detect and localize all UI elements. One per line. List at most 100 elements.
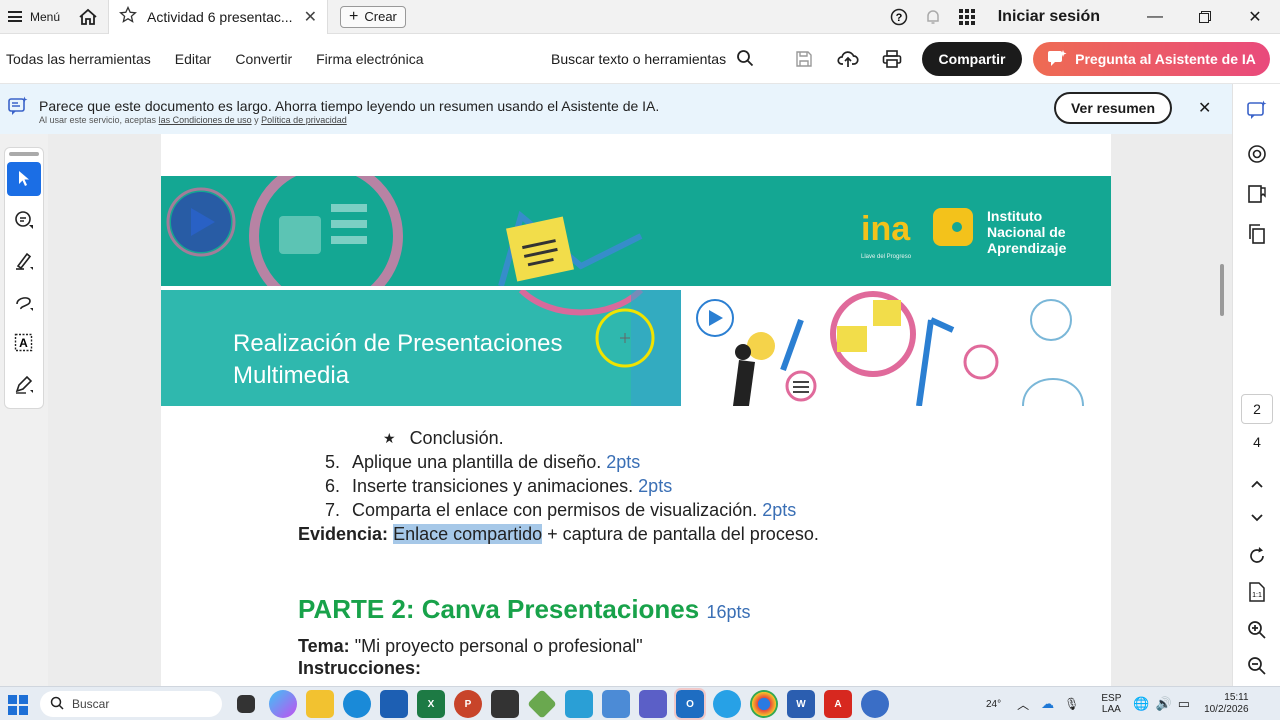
signin-button[interactable]: Iniciar sesión [998, 8, 1100, 26]
rail-grip[interactable] [9, 152, 39, 156]
home-icon[interactable] [68, 0, 108, 34]
document-viewport[interactable]: ina Llave del Progreso Instituto Naciona… [48, 134, 1232, 686]
list-item-number: 7. [325, 500, 341, 520]
tema-label: Tema: [298, 636, 350, 656]
outlook-icon[interactable]: O [674, 688, 706, 720]
text-box-tool-icon[interactable]: A [7, 326, 41, 360]
notice-close-icon[interactable]: ✕ [1198, 98, 1211, 118]
app-icon[interactable] [380, 690, 408, 718]
apps-grid-icon[interactable] [950, 0, 984, 34]
list-item-text: Inserte transiciones y animaciones. 2pts [352, 476, 672, 497]
next-page-icon[interactable] [1245, 506, 1269, 530]
chrome-icon[interactable] [750, 690, 778, 718]
clock[interactable]: 15:11 10/2/2026 [1204, 692, 1249, 716]
windows-start-icon[interactable] [8, 695, 28, 720]
zoom-in-icon[interactable] [1245, 618, 1269, 642]
list-item-body: Aplique una plantilla de diseño. [352, 452, 602, 472]
convert-link[interactable]: Convertir [223, 51, 304, 67]
document-tab[interactable]: Actividad 6 presentac... ✕ [108, 0, 329, 34]
powerpoint-icon[interactable]: P [454, 690, 482, 718]
previous-page-icon[interactable] [1245, 472, 1269, 496]
select-tool-icon[interactable] [7, 162, 41, 196]
create-button[interactable]: + Crear [340, 5, 406, 28]
evidence-line: Evidencia: Enlace compartido + captura d… [298, 524, 819, 545]
help-icon[interactable]: ? [882, 0, 916, 34]
draw-tool-icon[interactable] [7, 285, 41, 319]
weather-temperature[interactable]: 24° [986, 699, 1001, 710]
zoom-out-icon[interactable] [1245, 654, 1269, 678]
share-button[interactable]: Compartir [922, 42, 1022, 76]
cloud-upload-icon[interactable] [830, 41, 866, 77]
acrobat-icon[interactable]: A [824, 690, 852, 718]
esign-link[interactable]: Firma electrónica [304, 51, 435, 67]
bookmarks-icon[interactable] [1245, 182, 1269, 206]
minimize-icon[interactable]: — [1130, 0, 1180, 34]
fit-page-icon[interactable]: 1:1 [1245, 580, 1269, 604]
pages-icon[interactable] [1245, 222, 1269, 246]
app-icon[interactable] [565, 690, 593, 718]
network-icon[interactable]: 🌐 [1133, 696, 1149, 712]
star-icon[interactable] [119, 5, 137, 27]
evidence-rest: + captura de pantalla del proceso. [542, 524, 819, 544]
app-icon[interactable] [861, 690, 889, 718]
onedrive-icon[interactable]: ☁ [1041, 696, 1054, 712]
title-bar: Menú Actividad 6 presentac... ✕ + Crear … [0, 0, 1280, 34]
ai-assistant-button[interactable]: Pregunta al Asistente de IA [1033, 42, 1270, 76]
tab-close-icon[interactable]: ✕ [304, 7, 317, 27]
app-icon[interactable] [713, 690, 741, 718]
file-explorer-icon[interactable] [306, 690, 334, 718]
terms-link[interactable]: las Condiciones de uso [159, 115, 252, 125]
rotate-icon[interactable] [1245, 544, 1269, 568]
print-icon[interactable] [874, 41, 910, 77]
view-summary-button[interactable]: Ver resumen [1054, 92, 1172, 124]
notice-message: Parece que este documento es largo. Ahor… [39, 98, 660, 114]
header-banner: ina Llave del Progreso Instituto Naciona… [161, 176, 1111, 286]
comments-icon[interactable] [1245, 142, 1269, 166]
copilot-icon[interactable] [269, 690, 297, 718]
volume-icon[interactable]: 🔊 [1156, 696, 1172, 712]
svg-text:A: A [19, 336, 28, 350]
highlight-tool-icon[interactable] [7, 244, 41, 278]
app-icon[interactable] [527, 689, 557, 719]
maximize-icon[interactable] [1180, 0, 1230, 34]
word-icon[interactable]: W [787, 690, 815, 718]
edit-link[interactable]: Editar [163, 51, 224, 67]
main-toolbar: Todas las herramientas Editar Convertir … [0, 34, 1280, 84]
all-tools-link[interactable]: Todas las herramientas [0, 51, 163, 67]
photos-icon[interactable] [602, 690, 630, 718]
bell-icon[interactable] [916, 0, 950, 34]
institute-line-2: Nacional de [987, 224, 1066, 240]
star-bullet-icon: ★ [383, 430, 396, 446]
excel-icon[interactable]: X [417, 690, 445, 718]
language-line-1: ESP [1101, 693, 1122, 704]
system-tray: 24° ︿ ☁ 🎙 ESP LAA 🌐 🔊 ▭ 15:11 10/2/2026 [986, 687, 1249, 720]
list-item: 7. Comparta el enlace con permisos de vi… [325, 500, 796, 521]
scrollbar-thumb[interactable] [1220, 264, 1224, 316]
edge-icon[interactable] [343, 690, 371, 718]
tray-chevron-icon[interactable]: ︿ [1017, 696, 1029, 713]
ai-summary-rail-icon[interactable] [1245, 98, 1269, 122]
current-page-input[interactable]: 2 [1241, 394, 1273, 424]
search-tools[interactable]: Buscar texto o herramientas [551, 34, 754, 84]
title-banner-left: Realización de Presentaciones Multimedia [161, 290, 681, 406]
close-window-icon[interactable]: ✕ [1230, 0, 1280, 34]
language-indicator[interactable]: ESP LAA [1101, 693, 1121, 715]
evidence-highlighted-text[interactable]: Enlace compartido [393, 524, 543, 544]
battery-icon[interactable]: ▭ [1178, 696, 1190, 712]
app-icon[interactable] [491, 690, 519, 718]
title-banner: Realización de Presentaciones Multimedia [161, 290, 1111, 406]
language-line-2: LAA [1101, 704, 1121, 715]
comment-tool-icon[interactable] [7, 203, 41, 237]
privacy-link[interactable]: Política de privacidad [261, 115, 347, 125]
list-item-body: Comparta el enlace con permisos de visua… [352, 500, 758, 520]
menu-button[interactable]: Menú [0, 0, 68, 34]
save-icon[interactable] [786, 41, 822, 77]
task-view-icon[interactable] [237, 695, 255, 713]
ina-tagline: Llave del Progreso [861, 254, 912, 260]
sign-tool-icon[interactable] [7, 367, 41, 401]
teams-icon[interactable] [639, 690, 667, 718]
microphone-icon[interactable]: 🎙 [1064, 697, 1079, 711]
list-item-text: Comparta el enlace con permisos de visua… [352, 500, 796, 521]
taskbar-search[interactable]: Buscar [40, 691, 222, 717]
institute-line-3: Aprendizaje [987, 240, 1067, 256]
